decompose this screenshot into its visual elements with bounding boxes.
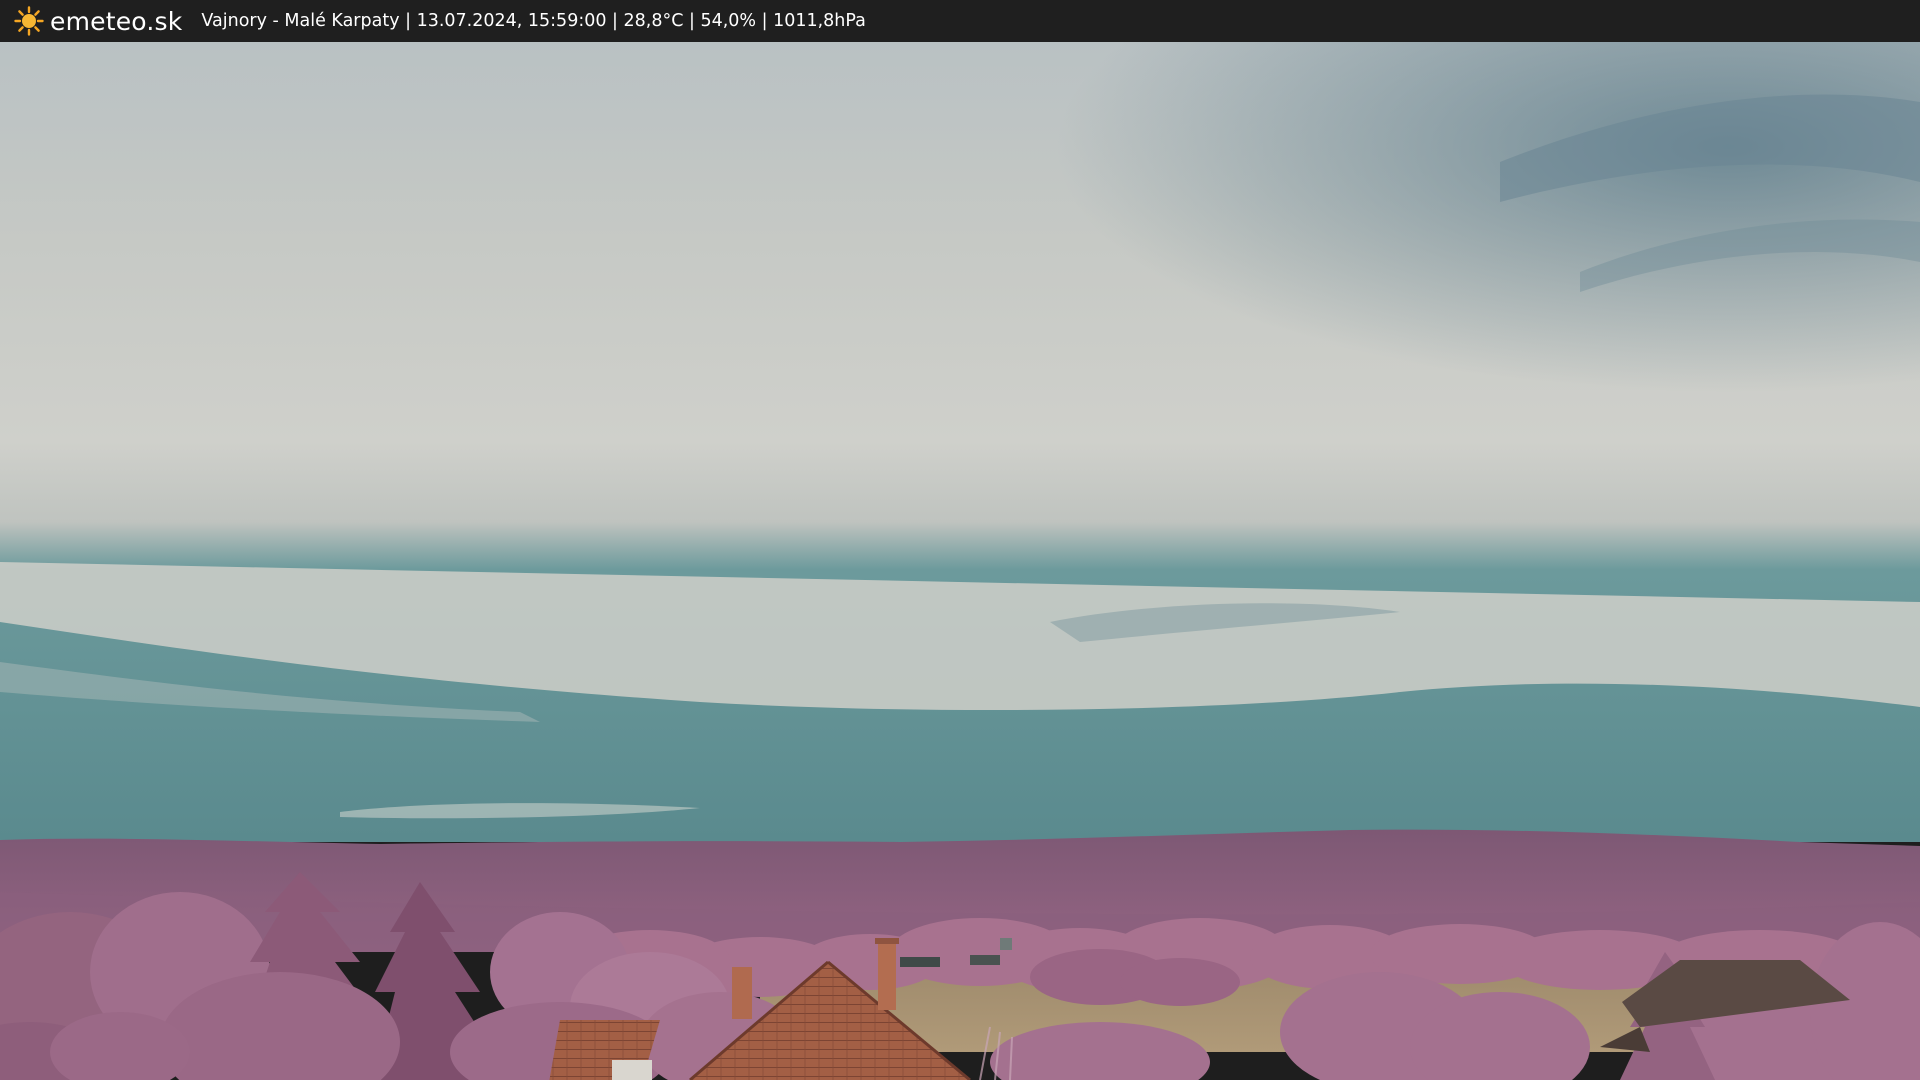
camera-image	[0, 42, 1920, 1080]
webcam-view: emeteo.sk Vajnory - Malé Karpaty | 13.07…	[0, 0, 1920, 1080]
logo-text: emeteo.sk	[50, 6, 183, 36]
weather-info: Vajnory - Malé Karpaty | 13.07.2024, 15:…	[201, 11, 866, 31]
emeteo-logo[interactable]: emeteo.sk	[14, 6, 182, 36]
sun-icon	[14, 6, 44, 36]
info-bar: emeteo.sk Vajnory - Malé Karpaty | 13.07…	[0, 0, 1920, 42]
